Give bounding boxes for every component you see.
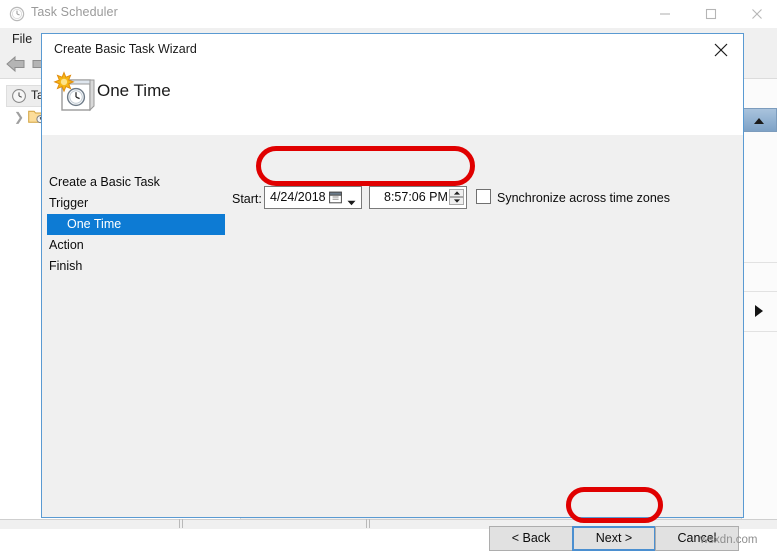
- spinner-up-icon[interactable]: [449, 189, 464, 197]
- wizard-step-action[interactable]: Action: [47, 235, 225, 256]
- pane-divider: [741, 262, 777, 263]
- close-button[interactable]: [734, 0, 777, 28]
- dialog-title: Create Basic Task Wizard: [54, 42, 197, 56]
- wizard-step-trigger[interactable]: Trigger: [47, 193, 225, 214]
- start-time-value: 8:57:06 PM: [384, 190, 448, 204]
- chevron-down-icon[interactable]: [347, 195, 356, 206]
- wizard-step-finish[interactable]: Finish: [47, 256, 225, 277]
- dialog-titlebar: Create Basic Task Wizard: [42, 34, 743, 65]
- create-basic-task-wizard-dialog: Create Basic Task Wizard One Time Create…: [41, 33, 744, 551]
- synchronize-across-time-zones-checkbox[interactable]: [476, 189, 491, 204]
- background-window-titlebar: Task Scheduler: [0, 0, 777, 29]
- back-button[interactable]: < Back: [489, 526, 573, 551]
- status-bar-grip: [182, 519, 183, 528]
- synchronize-across-time-zones-label[interactable]: Synchronize across time zones: [497, 191, 670, 205]
- calendar-icon[interactable]: [329, 191, 342, 204]
- spinner-down-icon[interactable]: [449, 197, 464, 205]
- background-window-title: Task Scheduler: [31, 5, 118, 19]
- next-button[interactable]: Next >: [572, 526, 656, 551]
- minimize-button[interactable]: [642, 0, 687, 28]
- dialog-body: Create a Basic Task Trigger One Time Act…: [42, 135, 743, 551]
- wizard-step-list: Create a Basic Task Trigger One Time Act…: [47, 172, 225, 277]
- dialog-close-button[interactable]: [699, 34, 743, 65]
- menu-item-file[interactable]: File: [6, 31, 38, 47]
- status-bar-grip: [366, 519, 367, 528]
- dialog-header: One Time: [42, 65, 743, 135]
- scroll-up-arrow-icon[interactable]: [741, 108, 777, 132]
- expander-triangle-icon[interactable]: [752, 303, 766, 319]
- start-date-value: 4/24/2018: [270, 190, 326, 204]
- wizard-step-one-time[interactable]: One Time: [47, 214, 225, 235]
- watermark: wsxdn.com: [700, 534, 758, 546]
- maximize-button[interactable]: [688, 0, 733, 28]
- chevron-right-icon[interactable]: ❯: [14, 110, 24, 124]
- pane-divider: [741, 291, 777, 292]
- status-bar-grip: [179, 519, 180, 528]
- actions-pane: [741, 79, 777, 519]
- clock-icon: [11, 88, 27, 104]
- start-label: Start:: [232, 192, 262, 206]
- pane-divider: [741, 331, 777, 332]
- start-time-input[interactable]: 8:57:06 PM: [369, 186, 467, 209]
- time-spinner[interactable]: [449, 189, 464, 206]
- start-date-input[interactable]: 4/24/2018: [264, 186, 362, 209]
- one-time-calendar-clock-icon: [53, 70, 101, 118]
- page-title: One Time: [97, 81, 171, 100]
- wizard-step-create-a-basic-task[interactable]: Create a Basic Task: [47, 172, 225, 193]
- status-bar-grip: [369, 519, 370, 528]
- back-arrow-icon[interactable]: [3, 53, 29, 75]
- clock-icon: [9, 6, 25, 22]
